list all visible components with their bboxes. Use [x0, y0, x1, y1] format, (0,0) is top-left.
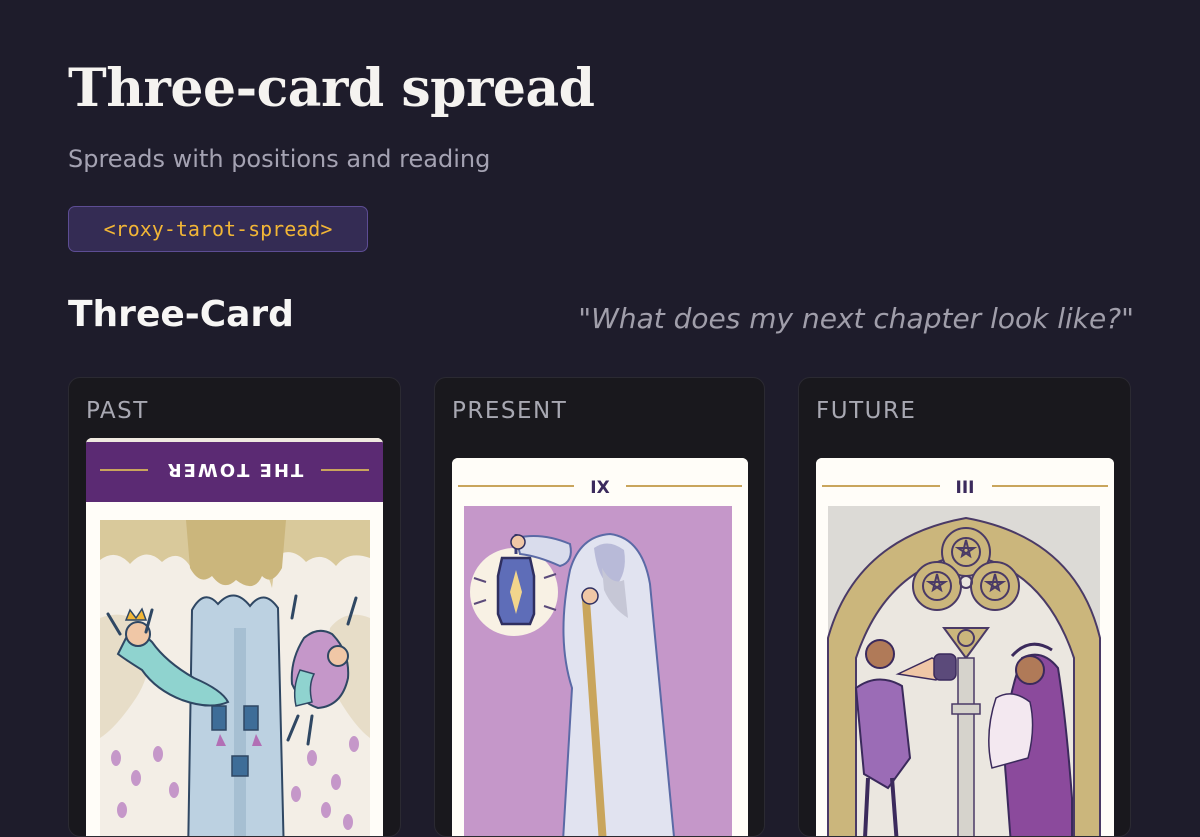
tarot-card-future[interactable]: III: [816, 458, 1114, 836]
position-panel-past: PAST THE TOWER: [68, 377, 401, 837]
page-subtitle: Spreads with positions and reading: [68, 145, 491, 173]
card-name: THE TOWER: [166, 459, 304, 480]
position-panel-present: PRESENT IX: [434, 377, 765, 837]
card-numeral: III: [956, 478, 975, 498]
tarot-card-past[interactable]: THE TOWER: [86, 438, 383, 836]
spread-question: "What does my next chapter look like?": [578, 302, 1134, 335]
position-panel-future: FUTURE III: [798, 377, 1131, 837]
component-tag-chip: <roxy-tarot-spread>: [68, 206, 368, 252]
three-of-pentacles-card-art: III: [816, 458, 1114, 836]
spread-name: Three-Card: [68, 294, 294, 335]
card-numeral: IX: [590, 478, 609, 498]
page-title: Three-card spread: [68, 58, 595, 119]
tarot-card-present[interactable]: IX: [452, 458, 748, 836]
position-label: PAST: [86, 398, 149, 424]
hermit-card-art: IX: [452, 458, 748, 836]
tower-card-art: THE TOWER: [86, 438, 383, 836]
position-label: FUTURE: [816, 398, 917, 424]
position-label: PRESENT: [452, 398, 568, 424]
